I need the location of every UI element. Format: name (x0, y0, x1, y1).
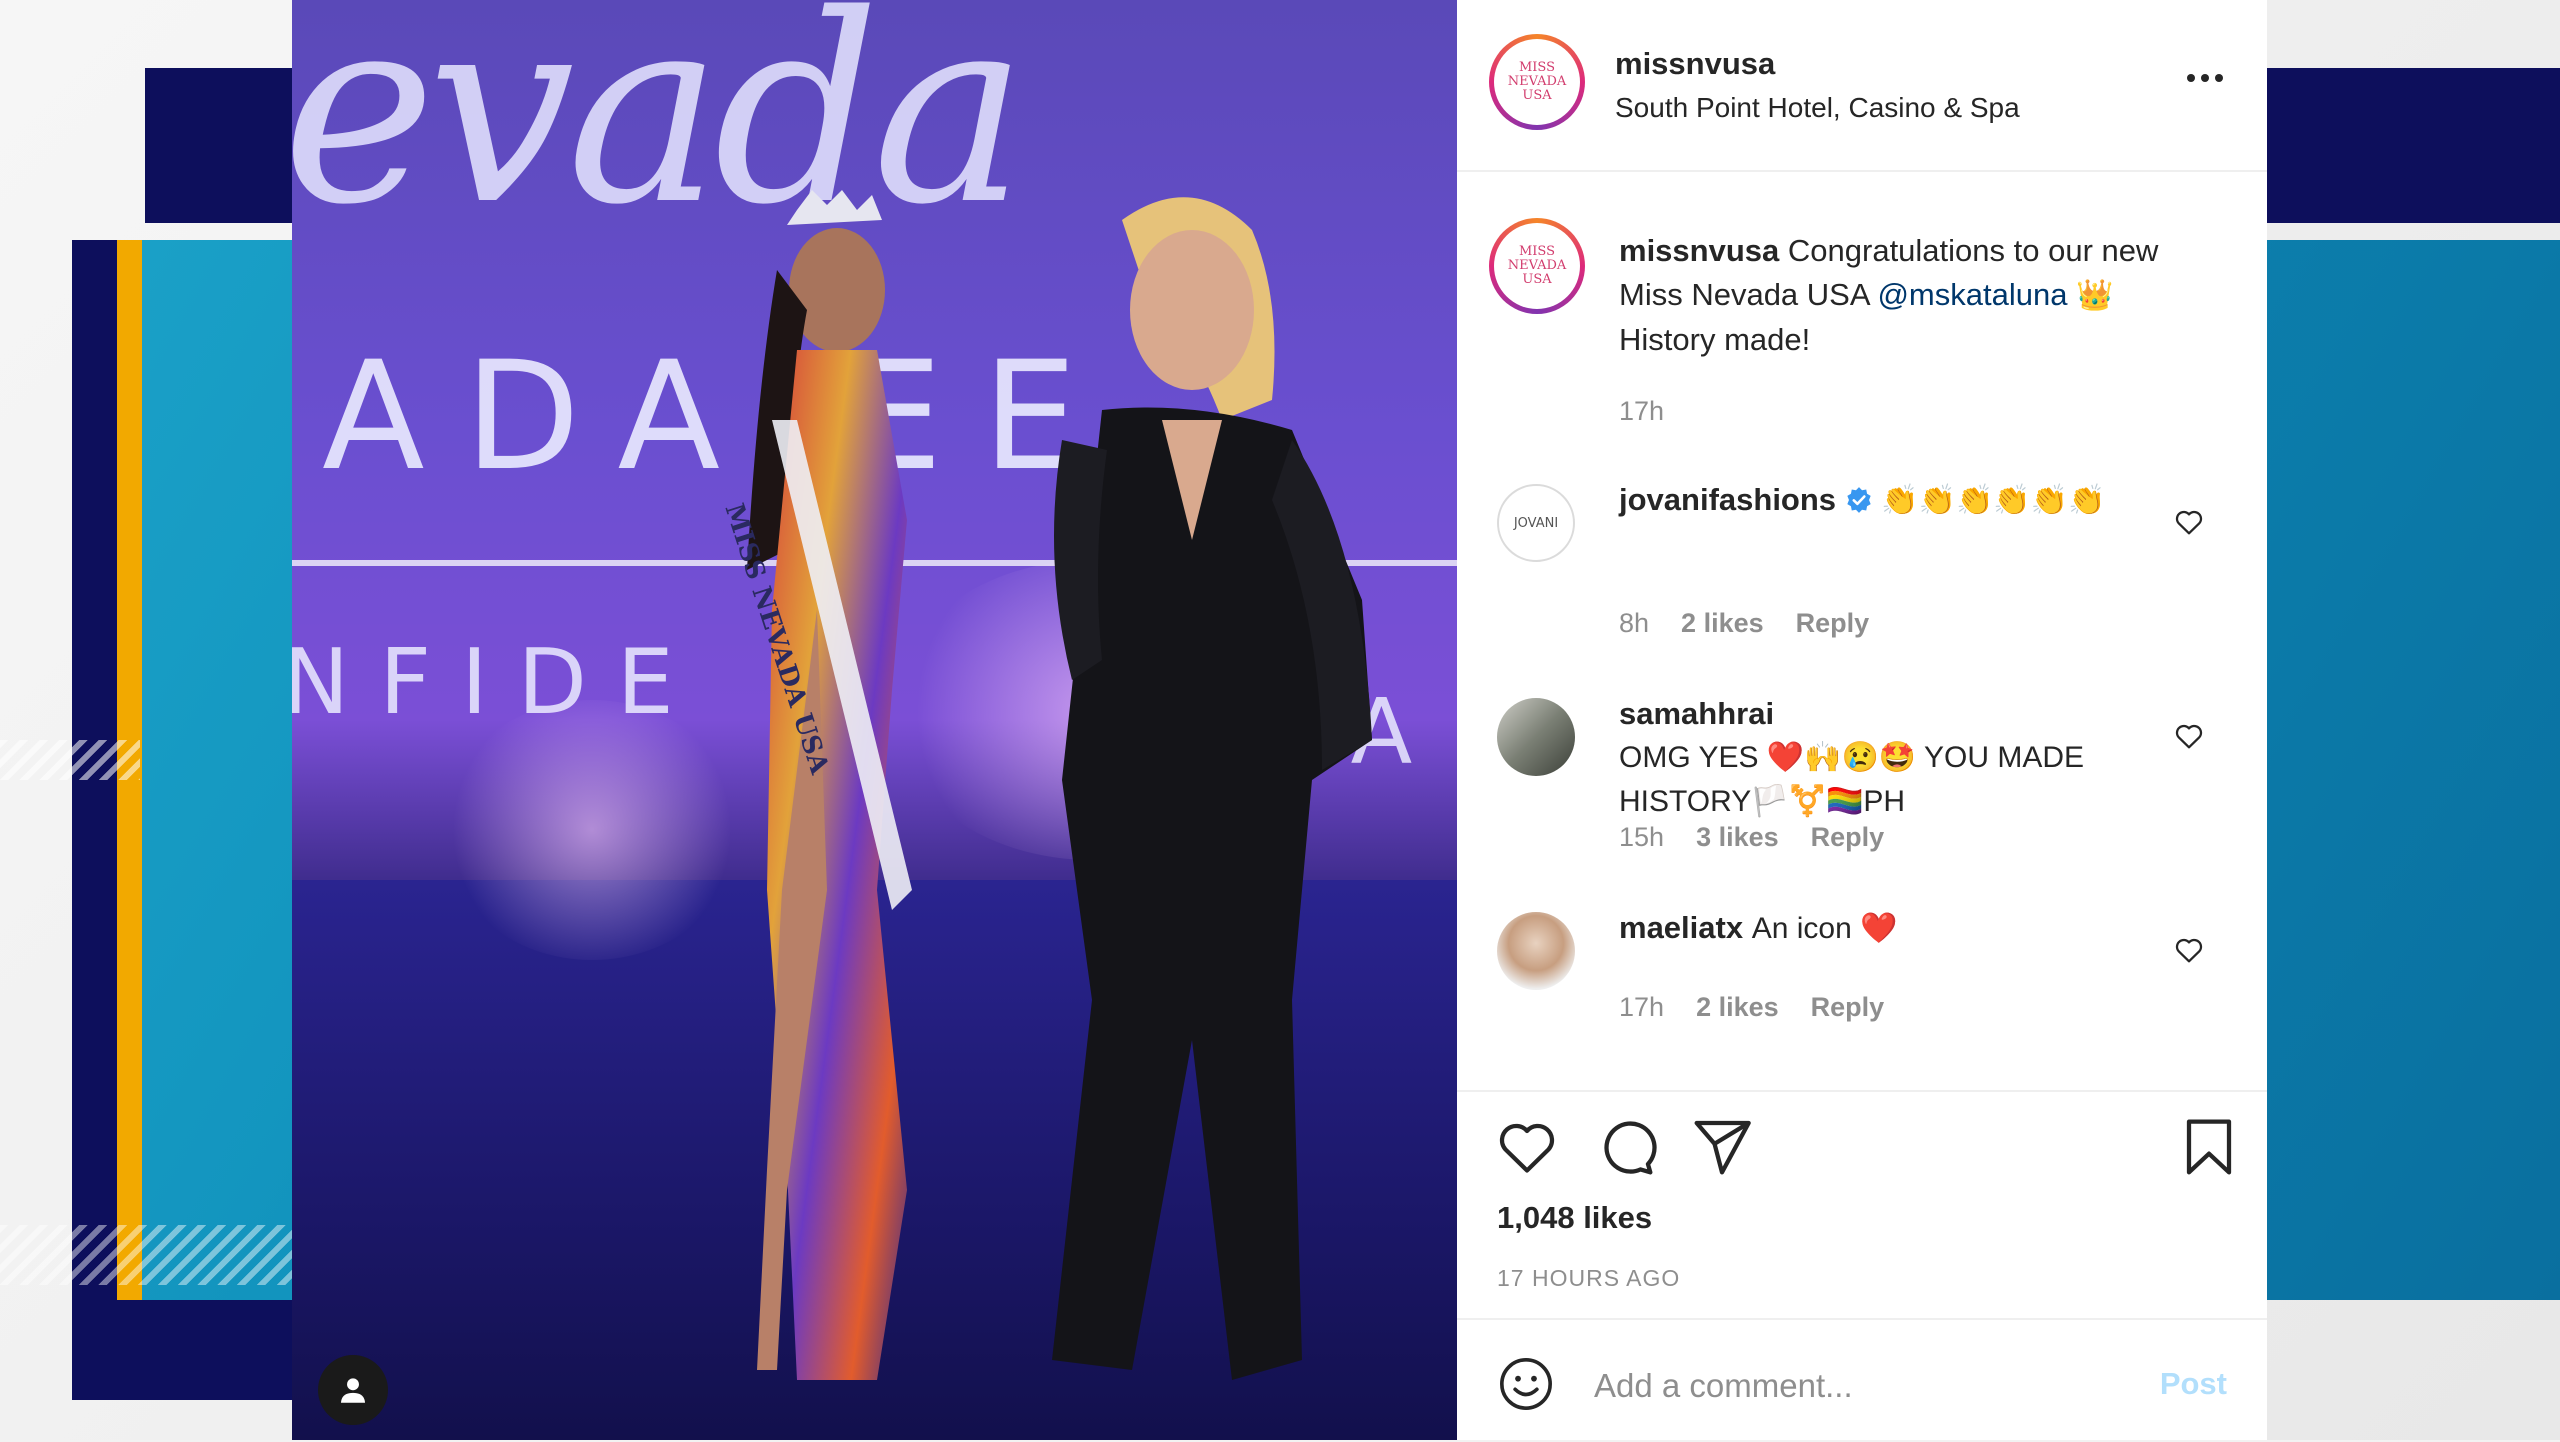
commenter-avatar[interactable] (1497, 912, 1575, 990)
caption-text-2: History made! (1619, 322, 1811, 357)
caption-time[interactable]: 17h (1619, 396, 1664, 427)
more-options-button[interactable] (2187, 70, 2227, 86)
verified-badge-icon (1847, 487, 1871, 513)
avatar-label: MISS (1518, 60, 1556, 75)
caption: missnvusa Congratulations to our new Mis… (1619, 229, 2219, 362)
avatar-label: USA (1522, 272, 1552, 287)
more-dot-icon (2215, 74, 2223, 82)
comment-username[interactable]: samahhrai (1619, 696, 1774, 731)
like-heart-icon[interactable] (1495, 1115, 1559, 1179)
emoji-smile-icon[interactable] (1497, 1355, 1555, 1413)
comment-likes[interactable]: 2 likes (1696, 992, 1779, 1023)
comment-username[interactable]: jovanifashions (1619, 482, 1836, 517)
comment-time[interactable]: 8h (1619, 608, 1649, 639)
comment-text: An icon ❤️ (1751, 912, 1898, 945)
comment-likes[interactable]: 2 likes (1681, 608, 1764, 639)
crown (787, 190, 882, 225)
avatar-label: NEVADA (1507, 258, 1567, 273)
more-dot-icon (2187, 74, 2195, 82)
avatar-label: JOVANI (1513, 515, 1559, 531)
author-username[interactable]: missnvusa (1615, 46, 1775, 82)
comment-bubble-icon[interactable] (1593, 1115, 1657, 1179)
commenter-avatar[interactable]: JOVANI (1497, 484, 1575, 562)
share-send-icon[interactable] (1690, 1115, 1754, 1179)
comment-body: maeliatx An icon ❤️ (1619, 906, 2179, 951)
comment-meta: 8h 2 likes Reply (1619, 608, 1869, 639)
caption-meta: 17h (1619, 396, 1664, 427)
add-comment-input[interactable] (1592, 1358, 2156, 1414)
avatar-label: MISS (1518, 244, 1556, 259)
comment-text: 👏👏👏👏👏👏 (1881, 484, 2106, 517)
user-icon (340, 1378, 366, 1403)
likes-count[interactable]: 1,048 likes (1497, 1200, 1652, 1236)
comment-text: OMG YES ❤️🙌😢🤩 YOU MADE HISTORY🏳️⚧️🏳️‍🌈PH (1619, 741, 2085, 818)
post-time-ago[interactable]: 17 HOURS AGO (1497, 1265, 1680, 1292)
avatar-label: NEVADA (1507, 74, 1567, 89)
like-comment-heart-icon[interactable] (2173, 720, 2205, 752)
like-comment-heart-icon[interactable] (2173, 934, 2205, 966)
like-comment-heart-icon[interactable] (2173, 506, 2205, 538)
comment-reply-button[interactable]: Reply (1811, 992, 1885, 1023)
comment-time[interactable]: 17h (1619, 992, 1664, 1023)
save-bookmark-icon[interactable] (2177, 1115, 2241, 1179)
caption-username[interactable]: missnvusa (1619, 233, 1779, 268)
comment-body: jovanifashions 👏👏👏👏👏👏 (1619, 478, 2179, 523)
crown-emoji: 👑 (2076, 279, 2114, 312)
tagged-users-button[interactable] (318, 1355, 388, 1425)
comment-likes[interactable]: 3 likes (1696, 822, 1779, 853)
comment-time[interactable]: 15h (1619, 822, 1664, 853)
post-photo[interactable]: evada ADA EE NFIDE BEA MISS NEVADA USA (292, 0, 1457, 1440)
comment-meta: 15h 3 likes Reply (1619, 822, 1884, 853)
background-hatch (0, 1225, 300, 1285)
avatar-label: USA (1522, 88, 1552, 103)
background-navy-corner (72, 1300, 292, 1400)
comment-body: samahhrai OMG YES ❤️🙌😢🤩 YOU MADE HISTORY… (1619, 692, 2139, 824)
person-blonde (1052, 197, 1372, 1380)
comment-username[interactable]: maeliatx (1619, 910, 1743, 945)
background-hatch (0, 740, 140, 780)
post-side-panel: MISS NEVADA USA missnvusa South Point Ho… (1457, 0, 2267, 1440)
post-comment-button[interactable]: Post (2160, 1366, 2227, 1402)
caption-avatar[interactable]: MISS NEVADA USA (1489, 218, 1585, 314)
comment-reply-button[interactable]: Reply (1796, 608, 1870, 639)
post-header: MISS NEVADA USA missnvusa South Point Ho… (1457, 0, 2267, 172)
comment-reply-button[interactable]: Reply (1811, 822, 1885, 853)
comment-meta: 17h 2 likes Reply (1619, 992, 1884, 1023)
author-avatar[interactable]: MISS NEVADA USA (1489, 34, 1585, 130)
post-location[interactable]: South Point Hotel, Casino & Spa (1615, 92, 2020, 124)
commenter-avatar[interactable] (1497, 698, 1575, 776)
more-dot-icon (2201, 74, 2209, 82)
caption-mention[interactable]: @mskataluna (1877, 277, 2067, 312)
